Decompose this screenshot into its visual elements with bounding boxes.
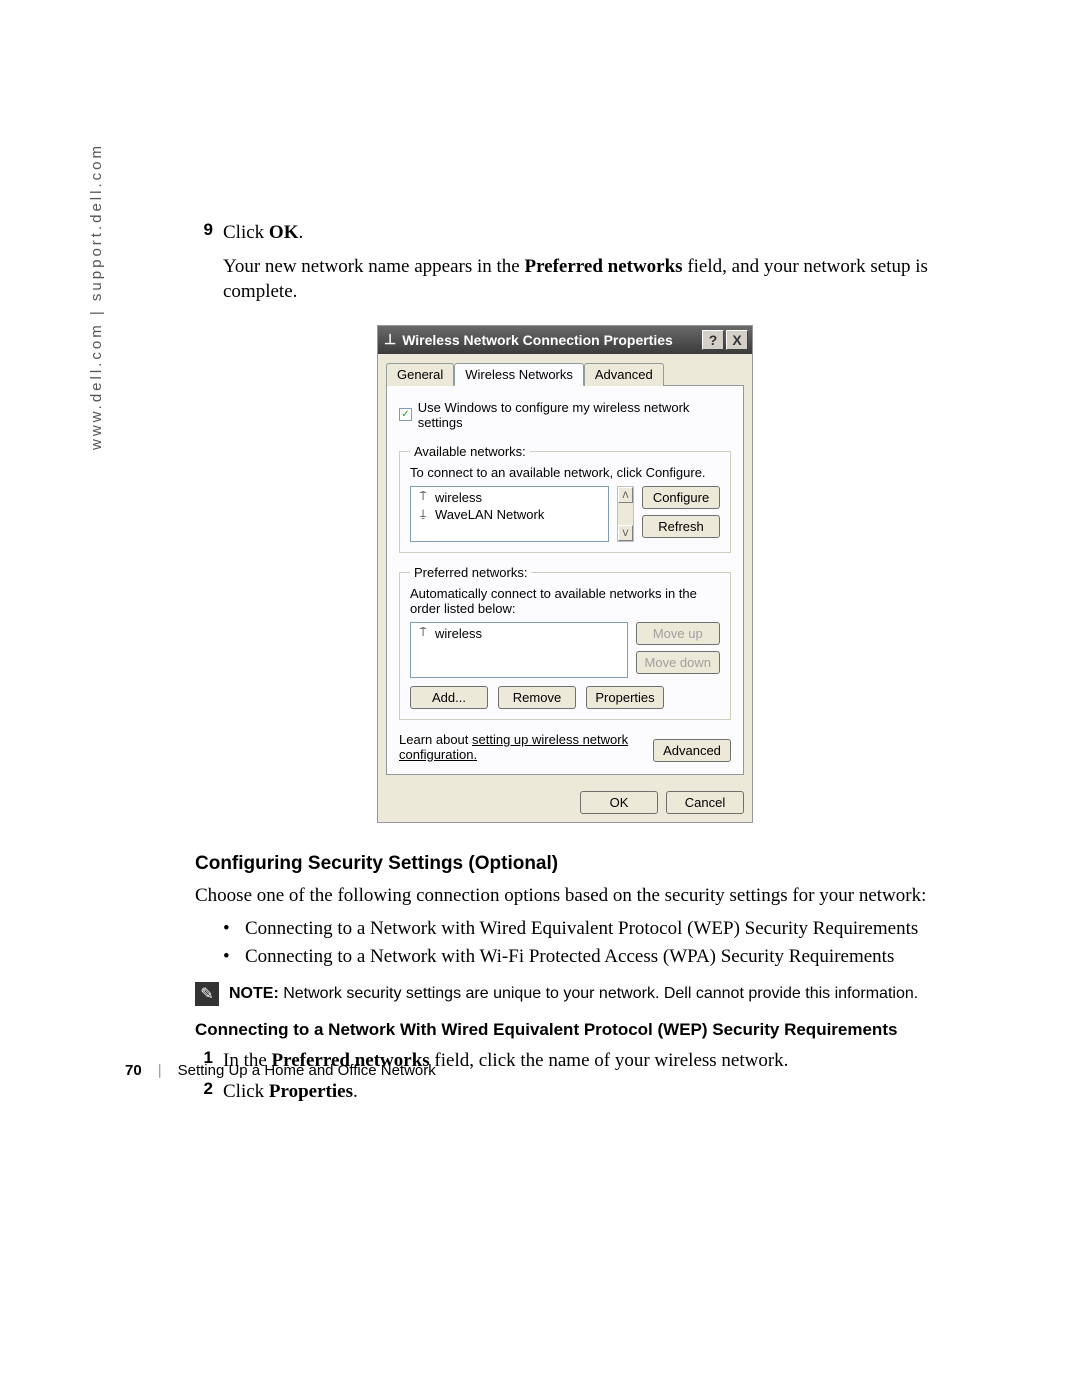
- move-down-button[interactable]: Move down: [636, 651, 720, 674]
- note: NOTE: Network security settings are uniq…: [195, 982, 935, 1006]
- ok-button[interactable]: OK: [580, 791, 658, 814]
- page-content: 9 Click OK. Your new network name appear…: [195, 220, 935, 1111]
- group-legend: Available networks:: [410, 444, 530, 459]
- group-description: Automatically connect to available netwo…: [410, 586, 720, 616]
- scrollbar[interactable]: ᐱ ᐯ: [617, 486, 634, 542]
- chapter-title: Setting Up a Home and Office Network: [178, 1062, 436, 1079]
- preferred-networks-list[interactable]: ⍑ wireless: [410, 622, 628, 678]
- checkbox-icon[interactable]: ✓: [399, 408, 412, 421]
- close-button[interactable]: X: [726, 330, 748, 350]
- antenna-icon: ⍊: [417, 508, 429, 521]
- text: .: [298, 222, 303, 243]
- refresh-button[interactable]: Refresh: [642, 515, 720, 538]
- text: Click: [223, 1081, 269, 1102]
- group-legend: Preferred networks:: [410, 565, 531, 580]
- learn-row: Learn about setting up wireless network …: [399, 732, 731, 762]
- bullet-list: Connecting to a Network with Wired Equiv…: [223, 915, 935, 972]
- sidebar-url: www.dell.com | support.dell.com: [88, 143, 105, 450]
- text: Your new network name appears in the: [223, 256, 524, 277]
- preferred-networks-group: Preferred networks: Automatically connec…: [399, 565, 731, 720]
- item-label: wireless: [435, 626, 482, 641]
- paragraph: Your new network name appears in the Pre…: [223, 254, 935, 305]
- wireless-icon: ⊥: [384, 331, 396, 348]
- tab-wireless-networks[interactable]: Wireless Networks: [454, 363, 584, 386]
- text: .: [353, 1081, 358, 1102]
- scroll-down-icon[interactable]: ᐯ: [618, 525, 633, 541]
- step-text: Click OK.: [223, 220, 303, 246]
- text-bold: OK: [269, 222, 299, 243]
- paragraph: Choose one of the following connection o…: [195, 883, 935, 909]
- tab-advanced[interactable]: Advanced: [584, 363, 664, 386]
- text-bold: Preferred networks: [524, 256, 682, 277]
- text: field, click the name of your wireless n…: [430, 1050, 789, 1071]
- tab-general[interactable]: General: [386, 363, 454, 386]
- group-description: To connect to an available network, clic…: [410, 465, 720, 480]
- help-button[interactable]: ?: [702, 330, 724, 350]
- dialog-footer: OK Cancel: [378, 783, 752, 822]
- text: Learn about: [399, 732, 472, 747]
- move-up-button[interactable]: Move up: [636, 622, 720, 645]
- wireless-properties-dialog: ⊥ Wireless Network Connection Properties…: [377, 325, 753, 823]
- note-text: NOTE: Network security settings are uniq…: [229, 985, 918, 1003]
- add-button[interactable]: Add...: [410, 686, 488, 709]
- separator: |: [158, 1062, 162, 1079]
- configure-button[interactable]: Configure: [642, 486, 720, 509]
- tab-panel: ✓ Use Windows to configure my wireless n…: [386, 385, 744, 775]
- list-item[interactable]: ⍑ wireless: [413, 625, 625, 642]
- list-item: Connecting to a Network with Wi-Fi Prote…: [223, 943, 935, 972]
- step-2: 2 Click Properties.: [195, 1079, 935, 1105]
- text-bold: Properties: [269, 1081, 353, 1102]
- remove-button[interactable]: Remove: [498, 686, 576, 709]
- dialog-title: Wireless Network Connection Properties: [402, 332, 700, 348]
- step-9: 9 Click OK.: [195, 220, 935, 246]
- tab-strip: General Wireless Networks Advanced: [378, 354, 752, 385]
- step-number: 9: [195, 220, 223, 246]
- page-number: 70: [125, 1062, 142, 1079]
- section-heading: Configuring Security Settings (Optional): [195, 853, 935, 875]
- list-item: Connecting to a Network with Wired Equiv…: [223, 915, 935, 944]
- item-label: WaveLAN Network: [435, 507, 544, 522]
- use-windows-checkbox-row[interactable]: ✓ Use Windows to configure my wireless n…: [399, 400, 731, 430]
- checkbox-label: Use Windows to configure my wireless net…: [418, 400, 731, 430]
- properties-button[interactable]: Properties: [586, 686, 664, 709]
- antenna-icon: ⍑: [417, 491, 429, 504]
- page-footer: 70 | Setting Up a Home and Office Networ…: [125, 1062, 436, 1079]
- scroll-up-icon[interactable]: ᐱ: [618, 487, 633, 503]
- antenna-icon: ⍑: [417, 627, 429, 640]
- step-text: Click Properties.: [223, 1079, 358, 1105]
- advanced-button[interactable]: Advanced: [653, 739, 731, 762]
- subsection-heading: Connecting to a Network With Wired Equiv…: [195, 1020, 935, 1040]
- text: Click: [223, 222, 269, 243]
- titlebar[interactable]: ⊥ Wireless Network Connection Properties…: [378, 326, 752, 354]
- available-networks-group: Available networks: To connect to an ava…: [399, 444, 731, 553]
- learn-text: Learn about setting up wireless network …: [399, 732, 629, 762]
- list-item[interactable]: ⍊ WaveLAN Network: [413, 506, 606, 523]
- cancel-button[interactable]: Cancel: [666, 791, 744, 814]
- note-label: NOTE:: [229, 985, 279, 1002]
- available-networks-list[interactable]: ⍑ wireless ⍊ WaveLAN Network: [410, 486, 609, 542]
- note-icon: [195, 982, 219, 1006]
- text: Network security settings are unique to …: [279, 985, 918, 1002]
- step-number: 2: [195, 1079, 223, 1105]
- item-label: wireless: [435, 490, 482, 505]
- list-item[interactable]: ⍑ wireless: [413, 489, 606, 506]
